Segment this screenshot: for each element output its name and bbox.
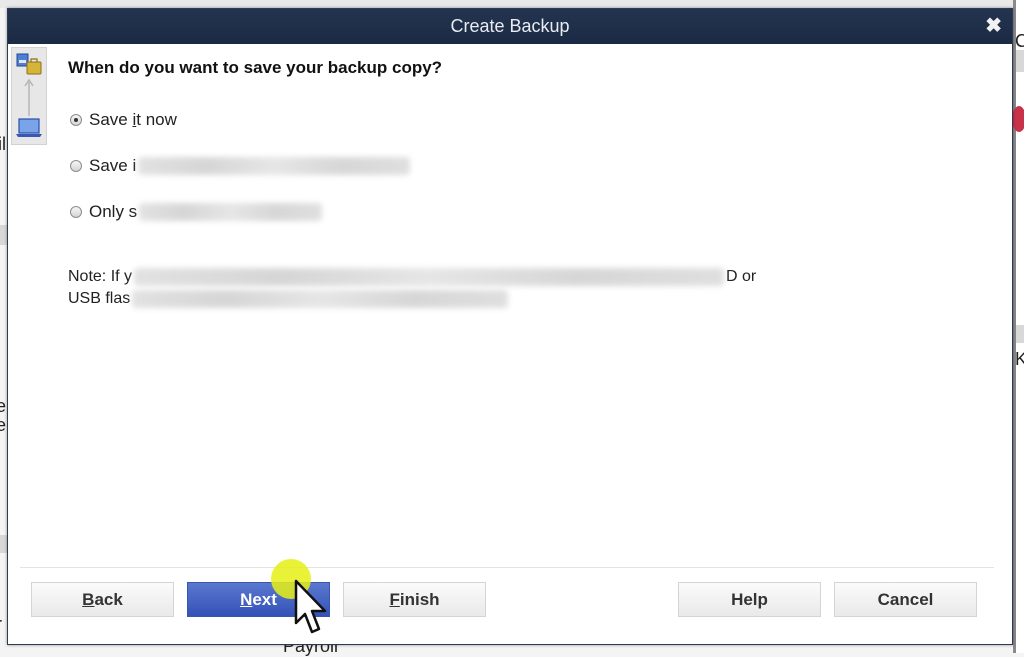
background-band bbox=[1016, 325, 1024, 343]
redacted-text bbox=[139, 203, 323, 221]
mouse-pointer-icon bbox=[294, 579, 327, 634]
redacted-text bbox=[134, 268, 725, 286]
option-save-and-schedule[interactable]: Save i bbox=[70, 156, 411, 176]
note-text: D or bbox=[726, 268, 757, 285]
dialog-title: Create Backup bbox=[450, 16, 570, 36]
button-separator bbox=[20, 567, 994, 568]
option-label: Save it now bbox=[89, 110, 177, 129]
back-button[interactable]: Back bbox=[31, 582, 174, 617]
radio-save-now[interactable] bbox=[70, 114, 82, 126]
radio-only-schedule[interactable] bbox=[70, 206, 82, 218]
backup-note: Note: If y D or USB flas bbox=[68, 266, 756, 310]
note-text: USB flas bbox=[68, 290, 131, 307]
option-only-schedule[interactable]: Only s bbox=[70, 202, 323, 222]
option-label: Only s bbox=[89, 202, 138, 221]
note-text: Note: If y bbox=[68, 268, 133, 285]
background-band bbox=[1016, 50, 1024, 72]
backup-wizard-graphic bbox=[11, 47, 47, 145]
backup-icon bbox=[16, 53, 42, 137]
background-text: il bbox=[0, 134, 6, 154]
background-text: K bbox=[1015, 349, 1024, 369]
option-save-now[interactable]: Save it now bbox=[70, 110, 177, 130]
background-app-strip bbox=[0, 0, 1024, 8]
background-red-badge bbox=[1012, 106, 1024, 132]
redacted-text bbox=[132, 290, 509, 308]
dialog-titlebar[interactable]: Create Backup ✖ bbox=[8, 9, 1012, 44]
create-backup-dialog: Create Backup ✖ When do you want to save… bbox=[7, 8, 1013, 645]
background-text: e bbox=[0, 396, 7, 416]
cancel-button[interactable]: Cancel bbox=[834, 582, 977, 617]
redacted-text bbox=[138, 157, 411, 175]
backup-question: When do you want to save your backup cop… bbox=[68, 58, 443, 77]
close-icon[interactable]: ✖ bbox=[985, 9, 1002, 44]
background-text: C bbox=[1015, 31, 1024, 51]
help-button[interactable]: Help bbox=[678, 582, 821, 617]
radio-save-and-schedule[interactable] bbox=[70, 160, 82, 172]
background-text: r bbox=[0, 614, 2, 635]
finish-button[interactable]: Finish bbox=[343, 582, 486, 617]
option-label: Save i bbox=[89, 156, 137, 175]
